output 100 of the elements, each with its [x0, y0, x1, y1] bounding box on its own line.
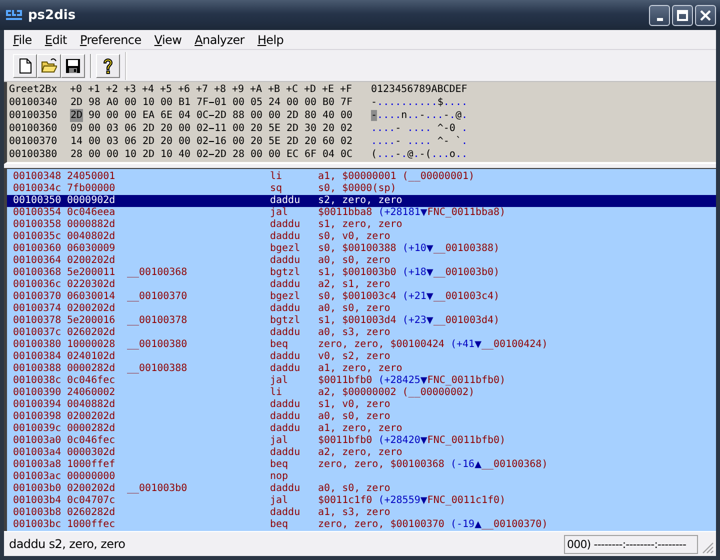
- hex-byte[interactable]: 10: [160, 148, 173, 161]
- disasm-row[interactable]: 00100388 0000282d __00100388 daddu a1, zero, zero: [7, 363, 716, 375]
- hex-byte[interactable]: 20: [160, 135, 173, 148]
- hex-byte[interactable]: 10: [124, 148, 137, 161]
- hex-byte[interactable]: 04: [178, 109, 191, 122]
- disasm-row[interactable]: 00100384 0240102d daddu v0, s2, zero: [7, 351, 716, 363]
- new-button[interactable]: [13, 54, 37, 78]
- hex-byte[interactable]: 00: [124, 109, 137, 122]
- hex-byte[interactable]: 16: [214, 135, 227, 148]
- hex-byte[interactable]: 2D: [214, 109, 227, 122]
- hex-byte[interactable]: 00: [232, 122, 245, 135]
- hex-byte[interactable]: 28: [232, 148, 245, 161]
- hex-byte[interactable]: 04: [322, 148, 335, 161]
- hex-byte[interactable]: A0: [106, 96, 119, 109]
- hex-byte[interactable]: 20: [160, 122, 173, 135]
- hex-byte[interactable]: 00: [268, 148, 281, 161]
- hex-byte[interactable]: 00: [106, 109, 119, 122]
- hex-byte[interactable]: 28: [70, 148, 83, 161]
- disasm-row[interactable]: 00100360 06030009 bgezl s0, $00100388 (+10▼__00100388): [7, 243, 716, 255]
- hex-byte[interactable]: 02: [340, 122, 353, 135]
- hex-byte[interactable]: 00: [250, 109, 263, 122]
- hex-byte[interactable]: 2D: [214, 148, 227, 161]
- hex-byte[interactable]: 5E: [268, 122, 281, 135]
- disasm-row[interactable]: 00100394 0040882d daddu s1, v0, zero: [7, 399, 716, 411]
- hex-byte[interactable]: EA: [142, 109, 155, 122]
- hex-byte[interactable]: 00: [178, 122, 191, 135]
- hex-byte[interactable]: 90: [88, 109, 101, 122]
- hex-byte[interactable]: 20: [304, 135, 317, 148]
- disasm-row[interactable]: 001003a0 0c046fec jal $0011bfb0 (+28420▼FNC_0011bfb0): [7, 435, 716, 447]
- disasm-row[interactable]: 00100380 10000028 __00100380 beq zero, zero, $00100424 (+41▼__00100424): [7, 339, 716, 351]
- hex-byte[interactable]: 60: [322, 135, 335, 148]
- hex-byte[interactable]: EC: [286, 148, 299, 161]
- disasm-row[interactable]: 001003ac 00000000 nop: [7, 471, 716, 483]
- disasm-row[interactable]: 001003b8 0260282d daddu a1, s3, zero: [7, 507, 716, 519]
- hex-byte[interactable]: 20: [322, 122, 335, 135]
- hex-byte[interactable]: 00: [88, 148, 101, 161]
- disasm-row[interactable]: 001003a4 0000302d daddu a2, zero, zero: [7, 447, 716, 459]
- hex-byte[interactable]: B1: [178, 96, 191, 109]
- menu-item[interactable]: View: [148, 32, 189, 46]
- hex-byte[interactable]: 2D: [142, 122, 155, 135]
- minimize-button[interactable]: [649, 4, 670, 26]
- menu-item[interactable]: Help: [251, 32, 291, 46]
- hex-byte[interactable]: 00: [160, 96, 173, 109]
- disasm-row[interactable]: 0010035c 0040802d daddu s0, v0, zero: [7, 231, 716, 243]
- hex-byte[interactable]: 00: [106, 148, 119, 161]
- hex-byte[interactable]: 00: [340, 109, 353, 122]
- hex-byte[interactable]: 00: [304, 96, 317, 109]
- disasm-row[interactable]: 0010039c 0000282d daddu a1, zero, zero: [7, 423, 716, 435]
- hex-byte[interactable]: 2D: [142, 135, 155, 148]
- disasm-row[interactable]: 0010034c 7fb00000 sq s0, $0000(sp): [7, 183, 716, 195]
- hex-byte[interactable]: 00: [178, 135, 191, 148]
- hex-byte[interactable]: 02: [196, 122, 209, 135]
- disasm-row[interactable]: 00100368 5e200011 __00100368 bgtzl s1, $001003b0 (+18▼__001003b0): [7, 267, 716, 279]
- hex-byte[interactable]: 00: [286, 96, 299, 109]
- hex-byte[interactable]: 20: [250, 135, 263, 148]
- disasm-row[interactable]: 0010037c 0260202d daddu a0, s3, zero: [7, 327, 716, 339]
- hex-byte[interactable]: 01: [214, 96, 227, 109]
- hex-byte[interactable]: 80: [304, 109, 317, 122]
- hex-byte[interactable]: 00: [250, 148, 263, 161]
- hex-byte[interactable]: 14: [70, 135, 83, 148]
- disasm-row[interactable]: 001003bc 1000ffec beq zero, zero, $00100370 (-19▲__00100370): [7, 519, 716, 531]
- disasm-row[interactable]: 00100364 0200202d daddu a0, s0, zero: [7, 255, 716, 267]
- disasm-row[interactable]: 001003a8 1000ffef beq zero, zero, $00100368 (-16▲__00100368): [7, 459, 716, 471]
- disasm-row[interactable]: 00100348 24050001 li a1, $00000001 (__00000001): [7, 171, 716, 183]
- hex-byte[interactable]: 03: [106, 135, 119, 148]
- menu-item[interactable]: Edit: [38, 32, 74, 46]
- disasm-row[interactable]: 00100354 0c046eea jal $0011bba8 (+28181▼FNC_0011bba8): [7, 207, 716, 219]
- disasm-row[interactable]: 00100390 24060002 li a2, $00000002 (__00000002): [7, 387, 716, 399]
- hex-byte[interactable]: 00: [88, 135, 101, 148]
- save-button[interactable]: [61, 54, 85, 78]
- hex-byte[interactable]: 09: [70, 122, 83, 135]
- disasm-row[interactable]: 00100358 0000882d daddu s1, zero, zero: [7, 219, 716, 231]
- help-button[interactable]: [96, 54, 120, 78]
- disasm-row[interactable]: 00100374 0200202d daddu a0, s0, zero: [7, 303, 716, 315]
- hex-byte[interactable]: 06: [124, 135, 137, 148]
- menu-item[interactable]: File: [7, 32, 39, 46]
- hex-byte[interactable]: 88: [232, 109, 245, 122]
- close-button[interactable]: [695, 4, 716, 26]
- hex-byte[interactable]: 2D: [286, 109, 299, 122]
- hex-byte[interactable]: 02: [196, 148, 209, 161]
- hex-byte[interactable]: 5E: [268, 135, 281, 148]
- open-button[interactable]: [37, 54, 61, 78]
- hex-byte[interactable]: 00: [268, 109, 281, 122]
- disasm-row[interactable]: 001003b0 0200202d __001003b0 daddu a0, s0, zero: [7, 483, 716, 495]
- hex-byte[interactable]: 10: [142, 96, 155, 109]
- hex-byte[interactable]: 30: [304, 122, 317, 135]
- menu-item[interactable]: Analyzer: [188, 32, 252, 46]
- disasm-row[interactable]: 001003b4 0c04707c jal $0011c1f0 (+28559▼FNC_0011c1f0): [7, 495, 716, 507]
- menu-item[interactable]: Preference: [74, 32, 148, 46]
- hex-byte[interactable]: 03: [106, 122, 119, 135]
- hex-byte[interactable]: 6F: [304, 148, 317, 161]
- hex-byte[interactable]: 7F: [340, 96, 353, 109]
- hex-byte[interactable]: 24: [268, 96, 281, 109]
- hex-byte[interactable]: 40: [322, 109, 335, 122]
- maximize-button[interactable]: [672, 4, 693, 26]
- hex-byte[interactable]: 00: [232, 96, 245, 109]
- hex-byte[interactable]: 0C: [196, 109, 209, 122]
- hex-byte[interactable]: 2D: [70, 96, 83, 109]
- disasm-row[interactable]: 00100370 06030014 __00100370 bgezl s0, $001003c4 (+21▼__001003c4): [7, 291, 716, 303]
- disasm-row[interactable]: 0010038c 0c046fec jal $0011bfb0 (+28425▼FNC_0011bfb0): [7, 375, 716, 387]
